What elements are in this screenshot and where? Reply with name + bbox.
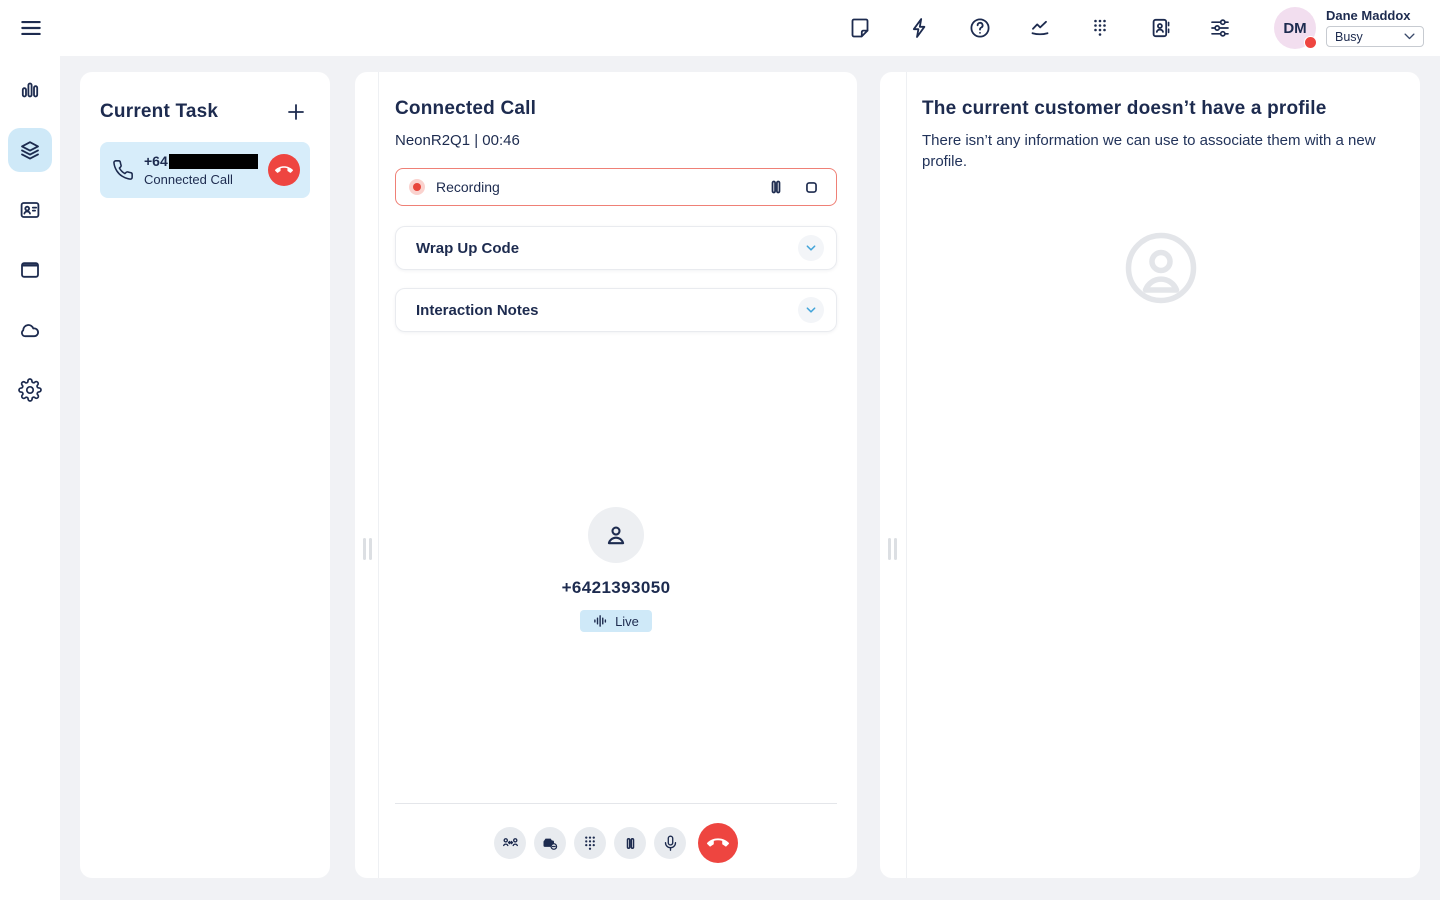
current-task-panel: Current Task +64 Connected Call [80, 72, 330, 878]
transfer-icon [501, 834, 520, 853]
help-button[interactable] [960, 8, 1000, 48]
connected-call-panel: Connected Call NeonR2Q1 | 00:46 Recordin… [355, 72, 857, 878]
pause-icon [765, 176, 787, 198]
notes-icon [848, 16, 872, 40]
call-controls [395, 823, 837, 863]
status-select[interactable]: Busy [1326, 26, 1424, 47]
microphone-icon [661, 834, 680, 853]
sidebar-item-cloud[interactable] [8, 308, 52, 352]
preferences-button[interactable] [1200, 8, 1240, 48]
task-number-prefix: +64 [144, 154, 168, 169]
address-book-icon [1148, 16, 1172, 40]
profile-panel-title: The current customer doesn’t have a prof… [922, 98, 1390, 120]
dialpad-icon [1088, 16, 1112, 40]
current-task-title: Current Task [100, 101, 218, 123]
user-block: DM Dane Maddox Busy [1274, 7, 1424, 49]
interaction-notes-label: Interaction Notes [416, 302, 539, 319]
record-call-button[interactable] [534, 827, 566, 859]
user-name: Dane Maddox [1326, 8, 1424, 23]
stop-recording-button[interactable] [799, 175, 823, 199]
plus-icon [284, 100, 308, 124]
hangup-phone-icon [275, 161, 293, 179]
quick-actions-button[interactable] [900, 8, 940, 48]
id-card-icon [18, 198, 42, 222]
chevron-down-icon [803, 302, 819, 318]
lightning-icon [908, 16, 932, 40]
panel-rail [355, 72, 379, 878]
interaction-notes-section[interactable]: Interaction Notes [395, 288, 837, 332]
pause-icon [621, 834, 640, 853]
bar-chart-icon [18, 78, 42, 102]
sliders-icon [1208, 16, 1232, 40]
person-icon [602, 521, 630, 549]
call-session-label: NeonR2Q1 | 00:46 [395, 132, 837, 149]
hold-call-button[interactable] [614, 827, 646, 859]
sidebar-item-settings[interactable] [8, 368, 52, 412]
no-profile-user-icon [1121, 228, 1201, 308]
layers-icon [18, 138, 42, 162]
notes-button[interactable] [840, 8, 880, 48]
recording-label: Recording [436, 179, 753, 195]
redacted-number [169, 154, 258, 169]
stop-icon [801, 177, 822, 198]
recording-bar: Recording [395, 168, 837, 206]
sidebar-item-tasks[interactable] [8, 128, 52, 172]
help-icon [968, 16, 992, 40]
wrap-up-code-section[interactable]: Wrap Up Code [395, 226, 837, 270]
recording-dot [409, 179, 425, 195]
add-task-button[interactable] [282, 98, 310, 126]
hangup-phone-icon [707, 832, 729, 854]
main-content: Current Task +64 Connected Call Connecte… [60, 56, 1440, 900]
panel-resize-handle[interactable] [888, 538, 897, 560]
chevron-down-icon [803, 240, 819, 256]
chevron-down-icon [1404, 33, 1415, 40]
contacts-button[interactable] [1140, 8, 1180, 48]
call-panel-title: Connected Call [395, 98, 837, 120]
caller-avatar [588, 507, 644, 563]
gear-icon [18, 378, 42, 402]
panel-rail [880, 72, 907, 878]
sidebar-item-contacts[interactable] [8, 188, 52, 232]
sidebar [0, 0, 60, 900]
task-hangup-button[interactable] [268, 154, 300, 186]
transfer-call-button[interactable] [494, 827, 526, 859]
sidebar-item-workspace[interactable] [8, 248, 52, 292]
hamburger-icon [18, 15, 44, 41]
profile-panel-body: There isn’t any information we can use t… [922, 130, 1400, 172]
cloud-icon [18, 318, 42, 342]
line-chart-icon [1028, 16, 1052, 40]
menu-button[interactable] [18, 14, 46, 42]
sidebar-item-analytics[interactable] [8, 68, 52, 112]
busy-status-dot [1304, 36, 1317, 49]
topbar: DM Dane Maddox Busy [0, 0, 1440, 56]
phone-icon [112, 159, 134, 181]
customer-profile-panel: The current customer doesn’t have a prof… [880, 72, 1420, 878]
avatar[interactable]: DM [1274, 7, 1316, 49]
pause-recording-button[interactable] [764, 175, 788, 199]
keypad-button[interactable] [574, 827, 606, 859]
mute-button[interactable] [654, 827, 686, 859]
status-select-value: Busy [1335, 30, 1363, 44]
dialpad-button[interactable] [1080, 8, 1120, 48]
panel-resize-handle[interactable] [363, 538, 372, 560]
recorder-icon [540, 833, 560, 853]
controls-divider [395, 803, 837, 804]
browser-window-icon [18, 258, 42, 282]
end-call-button[interactable] [698, 823, 738, 863]
task-card[interactable]: +64 Connected Call [100, 142, 310, 198]
dialpad-icon [581, 834, 599, 852]
caller-number: +6421393050 [562, 578, 671, 598]
waveform-icon [593, 614, 608, 628]
wrap-up-code-label: Wrap Up Code [416, 240, 519, 257]
avatar-initials: DM [1283, 20, 1306, 37]
task-status-label: Connected Call [144, 172, 258, 187]
live-label: Live [615, 614, 639, 629]
live-badge: Live [580, 610, 652, 632]
performance-button[interactable] [1020, 8, 1060, 48]
